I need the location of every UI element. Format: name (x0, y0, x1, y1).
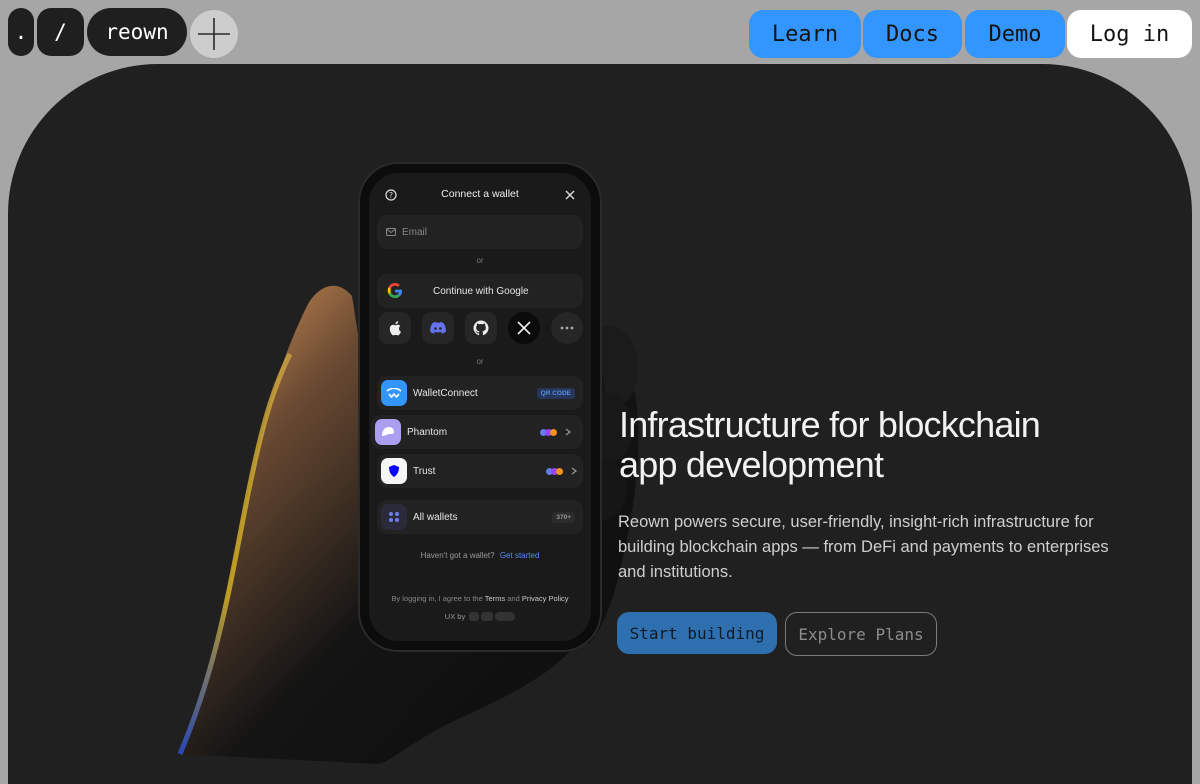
qr-code-badge: QR CODE (536, 387, 575, 399)
terms-notice: By logging in, I agree to the Terms and … (369, 594, 591, 603)
modal-title: Connect a wallet (441, 188, 519, 200)
github-login-button[interactable] (465, 312, 497, 344)
start-building-button[interactable]: Start building (617, 612, 777, 654)
start-building-label: Start building (629, 623, 765, 643)
ux-by-footer: UX by (369, 612, 591, 621)
more-login-button[interactable] (551, 312, 583, 344)
nav-demo-label: Demo (988, 21, 1042, 47)
mini-logo (495, 612, 516, 621)
login-button[interactable]: Log in (1067, 10, 1192, 58)
mini-logo (481, 612, 494, 621)
phone-screen: ? Connect a wallet Email or Continue wit… (369, 173, 591, 641)
mail-icon (386, 228, 396, 236)
add-button[interactable] (190, 10, 238, 58)
logo-slash-text: / (54, 20, 67, 44)
wallet-row-walletconnect[interactable]: WalletConnect QR CODE (377, 376, 583, 410)
logo-slash[interactable]: / (37, 8, 84, 56)
close-icon[interactable] (565, 190, 575, 200)
wallet-name: All wallets (413, 511, 458, 523)
apple-icon (389, 321, 401, 336)
hero-description: Reown powers secure, user-friendly, insi… (618, 513, 1109, 581)
chevron-right-icon (571, 467, 577, 475)
logo-name-text: reown (105, 20, 169, 44)
logo-wordmark[interactable]: reown (87, 8, 187, 56)
hero-headline: Infrastructure for blockchain app develo… (619, 405, 1119, 485)
wallet-name: Phantom (407, 426, 448, 438)
x-icon (517, 321, 531, 335)
mini-logo (469, 612, 480, 621)
google-icon (387, 283, 402, 298)
headline-line-2: app development (619, 444, 884, 485)
ellipsis-icon (560, 326, 574, 330)
wallet-name: Trust (413, 465, 436, 477)
login-label: Log in (1089, 21, 1170, 47)
grid-icon (381, 504, 407, 530)
terms-link[interactable]: Terms (485, 594, 505, 603)
explore-plans-label: Explore Plans (798, 624, 924, 644)
email-field[interactable]: Email (377, 215, 583, 249)
wallet-row-trust[interactable]: Trust (377, 454, 583, 488)
divider-or: or (476, 256, 484, 265)
explore-plans-button[interactable]: Explore Plans (785, 612, 937, 656)
x-login-button[interactable] (508, 312, 540, 344)
wallet-row-phantom[interactable]: Phantom (371, 415, 583, 449)
terms-and-text: and (507, 594, 520, 603)
chain-badges (546, 467, 563, 475)
privacy-link[interactable]: Privacy Policy (522, 594, 569, 603)
discord-login-button[interactable] (422, 312, 454, 344)
walletconnect-icon (381, 380, 407, 406)
ux-by-text: UX by (444, 612, 466, 621)
wallet-count-badge: 370+ (552, 511, 575, 523)
chevron-right-icon (565, 428, 571, 436)
logo-dot[interactable]: . (8, 8, 34, 56)
logo-dot-text: . (14, 20, 28, 44)
nav-learn-button[interactable]: Learn (749, 10, 861, 58)
plus-icon (198, 18, 230, 50)
nav-learn-label: Learn (771, 21, 839, 47)
google-login-button[interactable]: Continue with Google (377, 274, 583, 308)
apple-login-button[interactable] (379, 312, 411, 344)
github-icon (473, 320, 489, 336)
wallet-row-all[interactable]: All wallets 370+ (377, 500, 583, 534)
nav-demo-button[interactable]: Demo (965, 10, 1065, 58)
headline-line-1: Infrastructure for blockchain (619, 404, 1041, 445)
nav-docs-button[interactable]: Docs (863, 10, 962, 58)
wallet-name: WalletConnect (413, 387, 478, 399)
discord-icon (430, 322, 446, 334)
no-wallet-text: Haven't got a wallet? (420, 551, 495, 560)
divider-or-2: or (476, 357, 484, 366)
google-label: Continue with Google (433, 285, 529, 297)
phone-mockup: ? Connect a wallet Email or Continue wit… (360, 164, 600, 650)
email-placeholder: Email (402, 226, 428, 238)
phantom-icon (375, 419, 401, 445)
no-wallet-prompt: Haven't got a wallet? Get started (369, 551, 591, 560)
get-started-link[interactable]: Get started (500, 551, 540, 560)
trust-icon (381, 458, 407, 484)
nav-docs-label: Docs (886, 21, 939, 47)
chain-badges (540, 428, 557, 436)
terms-pre-text: By logging in, I agree to the (391, 594, 483, 603)
